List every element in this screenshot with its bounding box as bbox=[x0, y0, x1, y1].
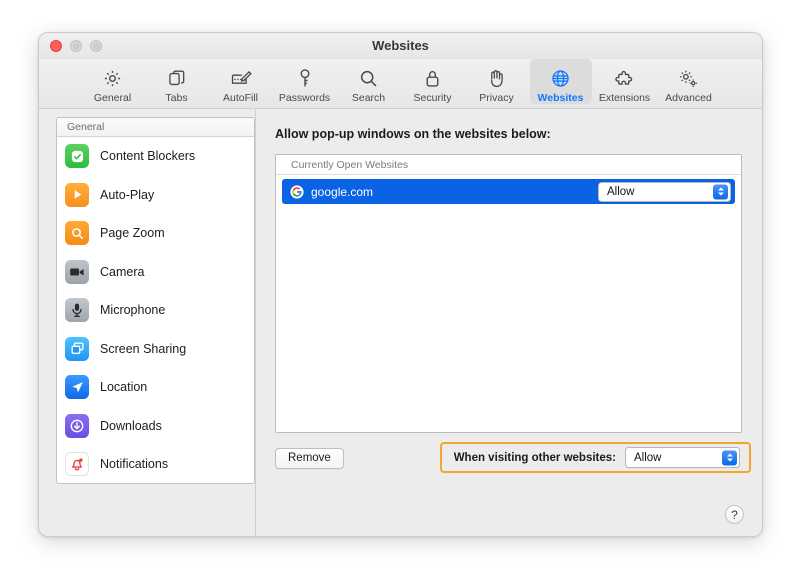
sidebar-item-page-zoom[interactable]: Page Zoom bbox=[57, 214, 254, 253]
tab-security[interactable]: Security bbox=[402, 59, 464, 104]
sidebar-item-popup-windows[interactable]: Pop-up Windows bbox=[57, 484, 254, 485]
gear-icon bbox=[102, 67, 123, 90]
auto-play-icon bbox=[65, 183, 89, 207]
tab-autofill-label: AutoFill bbox=[223, 92, 258, 104]
tabs-icon bbox=[167, 67, 187, 90]
website-host: google.com bbox=[311, 185, 598, 199]
remove-button[interactable]: Remove bbox=[275, 448, 344, 469]
sidebar-item-label: Page Zoom bbox=[100, 226, 165, 240]
sidebar-item-label: Notifications bbox=[100, 457, 168, 471]
google-favicon bbox=[290, 185, 304, 199]
tab-passwords-label: Passwords bbox=[279, 92, 330, 104]
sidebar-item-content-blockers[interactable]: Content Blockers bbox=[57, 137, 254, 176]
chevron-updown-icon[interactable] bbox=[722, 450, 737, 465]
permission-value: Allow bbox=[607, 186, 634, 198]
sidebar-section-header: General bbox=[57, 118, 254, 137]
preferences-window: Websites General Tabs bbox=[38, 32, 763, 537]
list-group-header: Currently Open Websites bbox=[276, 155, 741, 175]
globe-icon bbox=[550, 67, 571, 90]
sidebar-item-label: Auto-Play bbox=[100, 188, 154, 202]
window-title: Websites bbox=[39, 33, 762, 59]
page-zoom-icon bbox=[65, 221, 89, 245]
tab-extensions[interactable]: Extensions bbox=[594, 59, 656, 104]
window-body: General Content Blockers Auto-Play bbox=[39, 109, 762, 537]
tab-search-label: Search bbox=[352, 92, 385, 104]
tab-privacy[interactable]: Privacy bbox=[466, 59, 528, 104]
tab-advanced-label: Advanced bbox=[665, 92, 712, 104]
tab-websites[interactable]: Websites bbox=[530, 59, 592, 104]
minimize-button[interactable] bbox=[70, 40, 82, 52]
content-blockers-icon bbox=[65, 144, 89, 168]
chevron-updown-icon[interactable] bbox=[713, 184, 728, 199]
panel-footer: Remove When visiting other websites: All… bbox=[275, 444, 742, 472]
sidebar-item-label: Camera bbox=[100, 265, 144, 279]
search-icon bbox=[358, 67, 379, 90]
maximize-button[interactable] bbox=[90, 40, 102, 52]
gears-icon bbox=[677, 67, 700, 90]
window-titlebar: Websites bbox=[39, 33, 762, 59]
other-websites-value: Allow bbox=[634, 452, 661, 464]
notifications-icon bbox=[65, 452, 89, 476]
preferences-toolbar: General Tabs AutoFill bbox=[39, 59, 762, 109]
help-button[interactable]: ? bbox=[725, 505, 744, 524]
sidebar-item-screen-sharing[interactable]: Screen Sharing bbox=[57, 330, 254, 369]
table-row[interactable]: google.com Allow bbox=[282, 179, 735, 204]
websites-list[interactable]: Currently Open Websites google.com bbox=[275, 154, 742, 433]
sidebar-item-camera[interactable]: Camera bbox=[57, 253, 254, 292]
panel-title: Allow pop-up windows on the websites bel… bbox=[275, 127, 742, 141]
sidebar-list: Content Blockers Auto-Play Page Zoom bbox=[57, 137, 254, 484]
tab-websites-label: Websites bbox=[538, 92, 584, 104]
sidebar-item-notifications[interactable]: Notifications bbox=[57, 445, 254, 484]
permission-select[interactable]: Allow bbox=[598, 182, 731, 202]
other-websites-highlight: When visiting other websites: Allow bbox=[440, 442, 751, 473]
tab-security-label: Security bbox=[414, 92, 452, 104]
sidebar-item-label: Location bbox=[100, 380, 147, 394]
other-websites-label: When visiting other websites: bbox=[454, 452, 616, 464]
tab-privacy-label: Privacy bbox=[479, 92, 513, 104]
sidebar-item-label: Microphone bbox=[100, 303, 165, 317]
sidebar-item-microphone[interactable]: Microphone bbox=[57, 291, 254, 330]
other-websites-select[interactable]: Allow bbox=[625, 447, 740, 468]
microphone-icon bbox=[65, 298, 89, 322]
puzzle-icon bbox=[614, 67, 635, 90]
tab-general[interactable]: General bbox=[82, 59, 144, 104]
sidebar-item-auto-play[interactable]: Auto-Play bbox=[57, 176, 254, 215]
close-button[interactable] bbox=[50, 40, 62, 52]
tab-tabs-label: Tabs bbox=[165, 92, 187, 104]
sidebar-item-label: Screen Sharing bbox=[100, 342, 186, 356]
tab-tabs[interactable]: Tabs bbox=[146, 59, 208, 104]
camera-icon bbox=[65, 260, 89, 284]
sidebar-item-downloads[interactable]: Downloads bbox=[57, 407, 254, 446]
autofill-icon bbox=[230, 67, 252, 90]
screen-sharing-icon bbox=[65, 337, 89, 361]
sidebar-container: General Content Blockers Auto-Play bbox=[39, 109, 255, 537]
tab-general-label: General bbox=[94, 92, 131, 104]
sidebar-item-label: Downloads bbox=[100, 419, 162, 433]
traffic-lights bbox=[50, 40, 102, 52]
sidebar-item-label: Content Blockers bbox=[100, 149, 195, 163]
tab-passwords[interactable]: Passwords bbox=[274, 59, 336, 104]
hand-icon bbox=[487, 67, 506, 90]
tab-autofill[interactable]: AutoFill bbox=[210, 59, 272, 104]
popup-windows-panel: Allow pop-up windows on the websites bel… bbox=[255, 109, 762, 537]
downloads-icon bbox=[65, 414, 89, 438]
tab-extensions-label: Extensions bbox=[599, 92, 650, 104]
key-icon bbox=[297, 67, 313, 90]
tab-advanced[interactable]: Advanced bbox=[658, 59, 720, 104]
sidebar-item-location[interactable]: Location bbox=[57, 368, 254, 407]
location-icon bbox=[65, 375, 89, 399]
tab-search[interactable]: Search bbox=[338, 59, 400, 104]
settings-sidebar[interactable]: General Content Blockers Auto-Play bbox=[56, 117, 255, 484]
lock-icon bbox=[424, 67, 441, 90]
